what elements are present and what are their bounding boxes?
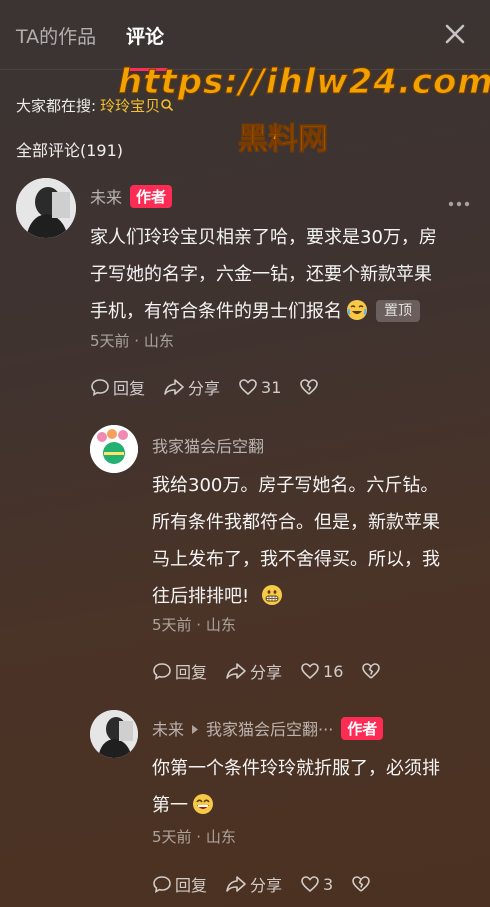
search-suggestion: 大家都在搜: 玲玲宝贝 [16,95,174,116]
pinned-badge: 置顶 [376,300,420,322]
comment-author[interactable]: 未来 我家猫会后空翻··· 作者 [152,716,384,740]
reply-icon [153,876,171,893]
like-button[interactable]: 31 [238,377,281,397]
search-icon [161,99,174,112]
comment-actions: 回复 分享 31 [90,375,340,399]
comment-text: 我给300万。房子写她名。六斤钻。 所有条件我都符合。但是，新款苹果 马上发布了… [152,467,472,615]
comment-text: 你第一个条件玲玲就折服了，必须排 第一 [152,750,472,824]
comment-line: 所有条件我都符合。但是，新款苹果 [152,512,440,533]
close-icon[interactable] [443,22,467,46]
reply-to-name[interactable]: 我家猫会后空翻··· [206,720,333,739]
reply-label: 回复 [175,663,208,682]
tab-works[interactable]: TA的作品 [16,22,96,49]
comment-author[interactable]: 未来 作者 [90,184,173,208]
like-count: 31 [261,377,282,397]
reply-icon [91,379,109,396]
share-label: 分享 [250,663,283,682]
dislike-button[interactable] [351,874,374,894]
dislike-button[interactable] [361,661,384,681]
reply-button[interactable]: 回复 [152,872,207,896]
comment-actions: 回复 分享 16 [152,659,402,683]
like-count: 3 [323,874,334,894]
comment-count: 全部评论(191) [16,141,124,160]
heart-icon [301,876,319,893]
heart-icon [239,379,257,396]
like-count: 16 [323,661,344,681]
broken-heart-icon [352,876,371,892]
comment-actions: 回复 分享 3 [152,872,392,896]
search-term[interactable]: 玲玲宝贝 [100,97,160,115]
comment-line: 第一 [152,795,188,816]
comment-line: 家人们玲玲宝贝相亲了哈，要求是30万，房 [90,227,437,248]
comment-meta: 5天前 · 山东 [152,828,236,846]
avatar[interactable] [90,710,138,758]
share-label: 分享 [250,876,283,895]
share-icon [164,379,184,395]
comment-text: 家人们玲玲宝贝相亲了哈，要求是30万，房 子写她的名字，六金一钻，还要个新款苹果… [90,219,475,330]
tab-comments[interactable]: 评论 [126,22,164,49]
author-name[interactable]: 未来 [90,188,122,207]
like-button[interactable]: 3 [300,874,333,894]
comment-line-last: 第一 [152,787,472,824]
broken-heart-icon [300,379,319,395]
watermark-name: 黑料网 [238,122,329,158]
comment-line-last: 手机，有符合条件的男士们报名 置顶 [90,293,475,330]
like-button[interactable]: 16 [300,661,343,681]
comment-line: 往后排排吧! [152,586,250,607]
comment-line: 马上发布了，我不舍得买。所以，我 [152,549,440,570]
author-name[interactable]: 未来 [152,720,184,739]
comment-line: 手机，有符合条件的男士们报名 [90,301,342,322]
share-button[interactable]: 分享 [225,659,282,683]
avatar[interactable] [16,178,76,238]
reply-button[interactable]: 回复 [90,375,145,399]
comment-meta: 5天前 · 山东 [152,616,236,634]
share-icon [226,663,246,679]
author-tag: 作者 [130,185,173,208]
search-suggestion-link[interactable]: 玲玲宝贝 [100,97,174,115]
active-tab-indicator [126,68,168,71]
header: TA的作品 评论 [0,0,490,71]
comment-line-last: 往后排排吧! [152,578,472,615]
comment-line: 你第一个条件玲玲就折服了，必须排 [152,758,440,779]
laughing-crying-emoji-icon [347,300,367,320]
share-button[interactable]: 分享 [225,872,282,896]
author-name[interactable]: 我家猫会后空翻 [152,437,264,456]
share-icon [226,876,246,892]
reply-icon [153,663,171,680]
avatar[interactable] [90,425,138,473]
reply-label: 回复 [175,876,208,895]
share-button[interactable]: 分享 [163,375,220,399]
dislike-button[interactable] [299,377,322,397]
reply-arrow-icon [192,725,199,734]
comment-meta: 5天前 · 山东 [90,332,174,350]
grinning-emoji-icon [193,794,213,814]
share-label: 分享 [188,379,221,398]
reply-label: 回复 [113,379,146,398]
comment-line: 子写她的名字，六金一钻，还要个新款苹果 [90,264,432,285]
more-icon[interactable] [448,200,470,208]
broken-heart-icon [362,663,381,679]
heart-icon [301,663,319,680]
grimacing-emoji-icon [262,585,283,605]
reply-button[interactable]: 回复 [152,659,207,683]
author-tag: 作者 [341,717,384,740]
comment-author[interactable]: 我家猫会后空翻 [152,433,264,457]
comment-line: 我给300万。房子写她名。六斤钻。 [152,475,439,496]
search-suggestion-label: 大家都在搜: [16,97,97,115]
